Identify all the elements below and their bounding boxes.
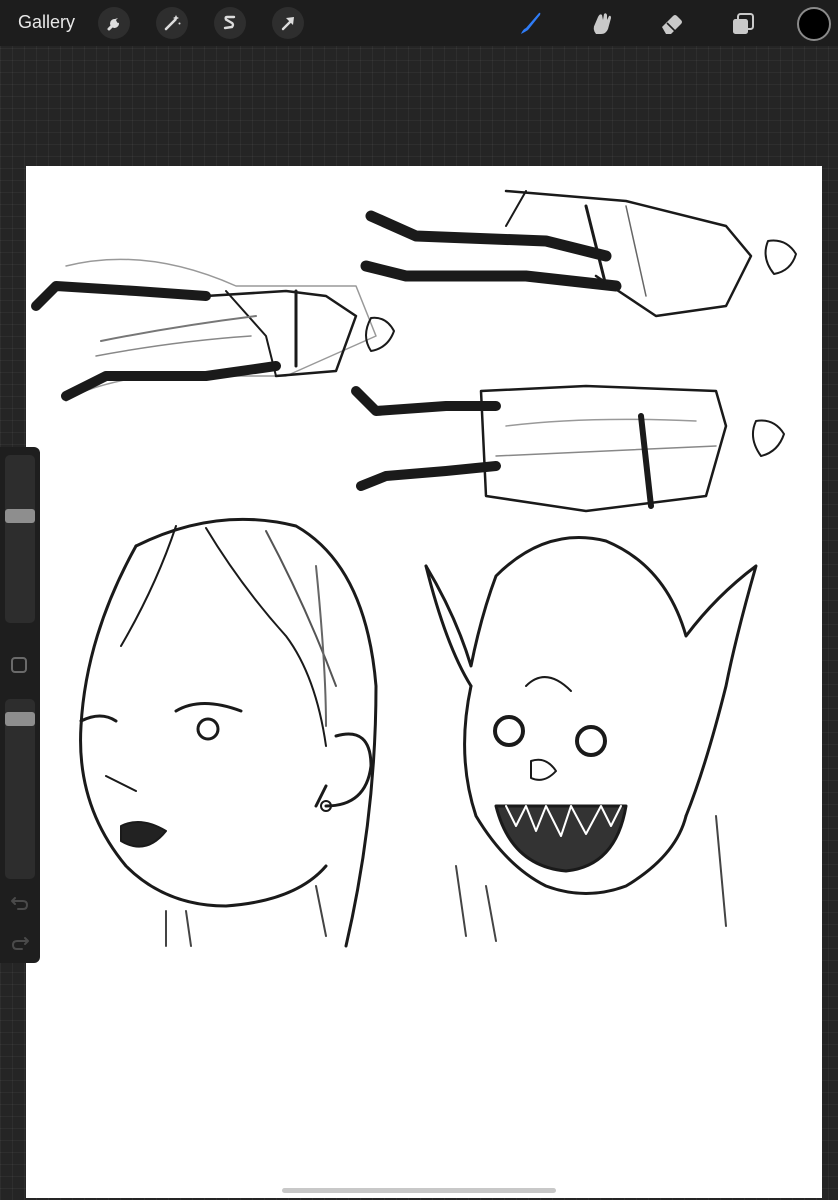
figure-sketch-top-right [360, 189, 797, 318]
undo-icon [11, 897, 28, 910]
opacity-slider[interactable] [5, 699, 35, 879]
figure-sketch-left [31, 258, 395, 402]
redo-icon [12, 937, 29, 950]
brush-size-thumb[interactable] [5, 509, 35, 523]
wrench-icon [107, 18, 120, 31]
top-toolbar: Gallery [0, 0, 838, 46]
eraser-icon [662, 15, 682, 34]
opacity-thumb[interactable] [5, 712, 35, 726]
actions-button[interactable] [98, 7, 130, 39]
brush-icon [521, 12, 541, 34]
drawing-canvas[interactable] [26, 166, 822, 1198]
transform-arrow-icon [281, 17, 294, 31]
modify-button[interactable] [11, 657, 27, 673]
undo-button[interactable] [8, 893, 32, 913]
home-indicator [282, 1188, 556, 1193]
redo-button[interactable] [8, 933, 32, 953]
sketch-artwork [31, 189, 797, 948]
brush-tool[interactable] [514, 7, 546, 39]
selection-icon [223, 15, 236, 30]
adjustments-button[interactable] [156, 7, 188, 39]
selection-button[interactable] [214, 7, 246, 39]
gallery-button[interactable]: Gallery [18, 12, 75, 33]
figure-sketch-middle-right [351, 384, 785, 513]
creature-head-sketch [424, 536, 758, 942]
smudge-tool[interactable] [586, 7, 618, 39]
layers-icon [733, 13, 754, 34]
woman-head-sketch [79, 517, 378, 948]
brush-size-slider[interactable] [5, 455, 35, 623]
transform-button[interactable] [272, 7, 304, 39]
eraser-tool[interactable] [656, 7, 688, 39]
brush-sidebar [0, 447, 40, 963]
smudge-icon [593, 13, 611, 34]
layers-button[interactable] [728, 7, 760, 39]
magic-wand-icon [164, 15, 181, 31]
color-picker-button[interactable] [797, 7, 831, 41]
